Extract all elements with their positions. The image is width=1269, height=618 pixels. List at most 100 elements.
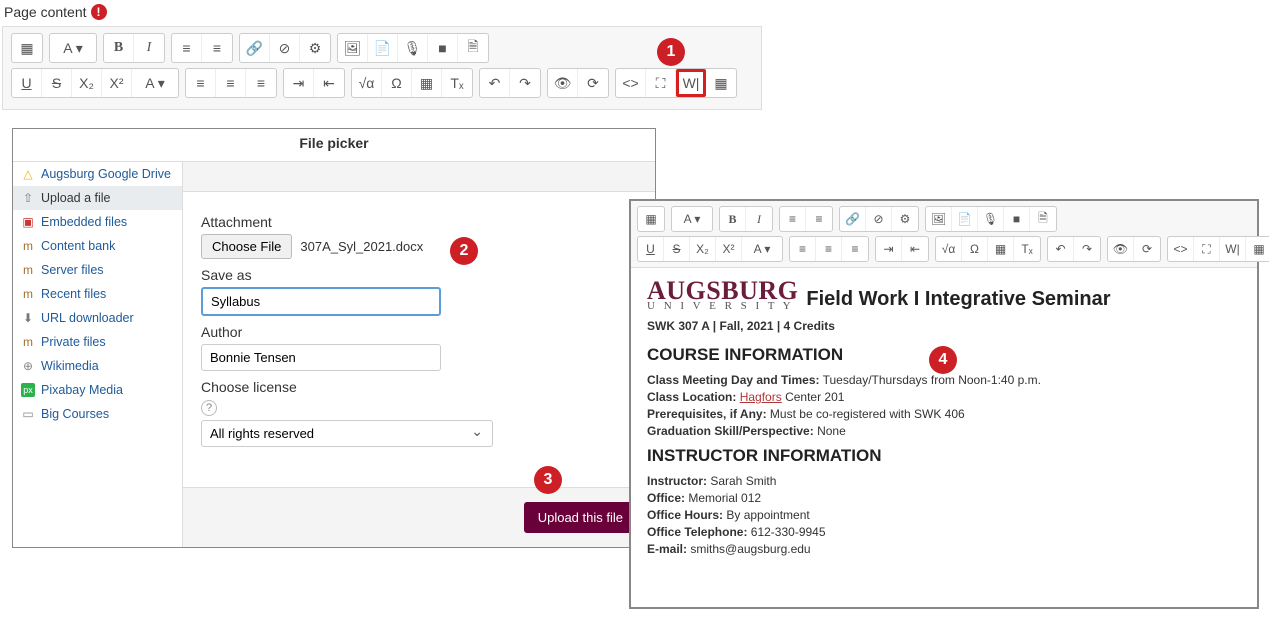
table-button[interactable]: ▦	[412, 69, 442, 97]
location-line: Class Location: Hagfors Center 201	[647, 390, 1241, 404]
repo-server-files[interactable]: mServer files	[13, 258, 182, 282]
link-button[interactable]: 🔗	[240, 34, 270, 62]
p-html-button[interactable]: <>	[1168, 237, 1194, 261]
fullscreen-button[interactable]: ⛶	[646, 69, 676, 97]
p-toggle-button[interactable]: ▦	[638, 207, 664, 231]
p-clear-button[interactable]: Tₓ	[1014, 237, 1040, 261]
audio-button[interactable]: 🎙	[398, 34, 428, 62]
html-button[interactable]: <>	[616, 69, 646, 97]
p-link-button[interactable]: 🔗	[840, 207, 866, 231]
p-full-button[interactable]: ⛶	[1194, 237, 1220, 261]
p-omega-button[interactable]: Ω	[962, 237, 988, 261]
underline-button[interactable]: U	[12, 69, 42, 97]
p-strike-button[interactable]: S	[664, 237, 690, 261]
repo-upload-file[interactable]: ⇧Upload a file	[13, 186, 182, 210]
author-input[interactable]	[201, 344, 441, 371]
p-al-button[interactable]: ≡	[790, 237, 816, 261]
specialchar-button[interactable]: Ω	[382, 69, 412, 97]
align-center-button[interactable]: ≡	[216, 69, 246, 97]
autolink-button[interactable]: ⚙	[300, 34, 330, 62]
p-ar-button[interactable]: ≡	[842, 237, 868, 261]
align-left-button[interactable]: ≡	[186, 69, 216, 97]
indent-button[interactable]: ⇥	[284, 69, 314, 97]
equation-button[interactable]: √α	[352, 69, 382, 97]
font-menu-button[interactable]: A ▾	[50, 34, 96, 62]
p-a11y-button[interactable]: ⟳	[1134, 237, 1160, 261]
italic-button[interactable]: I	[134, 34, 164, 62]
p-ac-button[interactable]: ≡	[816, 237, 842, 261]
align-right-button[interactable]: ≡	[246, 69, 276, 97]
p-audio-button[interactable]: 🎙	[978, 207, 1004, 231]
repo-big-courses[interactable]: ▭Big Courses	[13, 402, 182, 426]
copy-button[interactable]: 🗎	[458, 34, 488, 62]
p-video-button[interactable]: ■	[1004, 207, 1030, 231]
p-eye-button[interactable]: 👁	[1108, 237, 1134, 261]
toggle-toolbar-button[interactable]: ▦	[12, 34, 42, 62]
file-button[interactable]: 📄	[368, 34, 398, 62]
repo-private-files[interactable]: mPrivate files	[13, 330, 182, 354]
editor-content[interactable]: AUGSBURG U N I V E R S I T Y Field Work …	[631, 268, 1257, 571]
upload-file-button[interactable]: Upload this file	[524, 502, 637, 533]
p-font2-button[interactable]: A ▾	[742, 237, 782, 261]
p-image-button[interactable]: 🖼	[926, 207, 952, 231]
grid-button[interactable]: ▦	[706, 69, 736, 97]
augsburg-logo: AUGSBURG U N I V E R S I T Y	[647, 280, 798, 311]
saveas-input[interactable]	[201, 287, 441, 316]
help-icon[interactable]: ?	[201, 400, 217, 416]
repo-pixabay[interactable]: pxPixabay Media	[13, 378, 182, 402]
bold-button[interactable]: B	[104, 34, 134, 62]
strike-button[interactable]: S	[42, 69, 72, 97]
p-copy-button[interactable]: 🗎	[1030, 207, 1056, 231]
image-button[interactable]: 🖼	[338, 34, 368, 62]
p-file-button[interactable]: 📄	[952, 207, 978, 231]
repo-label: Content bank	[41, 239, 115, 253]
p-indent-button[interactable]: ⇥	[876, 237, 902, 261]
superscript-button[interactable]: X²	[102, 69, 132, 97]
p-undo-button[interactable]: ↶	[1048, 237, 1074, 261]
font2-button[interactable]: A ▾	[132, 69, 178, 97]
p-underline-button[interactable]: U	[638, 237, 664, 261]
repo-url-downloader[interactable]: ⬇URL downloader	[13, 306, 182, 330]
bullet-list-button[interactable]: ≡	[172, 34, 202, 62]
license-select[interactable]: All rights reserved	[201, 420, 493, 447]
p-italic-button[interactable]: I	[746, 207, 772, 231]
p-outdent-button[interactable]: ⇤	[902, 237, 928, 261]
subscript-button[interactable]: X₂	[72, 69, 102, 97]
a11y-button[interactable]: ⟳	[578, 69, 608, 97]
unlink-button[interactable]: ⊘	[270, 34, 300, 62]
p-font-menu-button[interactable]: A ▾	[672, 207, 712, 231]
choose-file-button[interactable]: Choose File	[201, 234, 292, 259]
outdent-button[interactable]: ⇤	[314, 69, 344, 97]
repo-recent-files[interactable]: mRecent files	[13, 282, 182, 306]
numbered-list-button[interactable]: ≡	[202, 34, 232, 62]
repo-wikimedia[interactable]: ⊕Wikimedia	[13, 354, 182, 378]
p-word-button[interactable]: W|	[1220, 237, 1246, 261]
instructor-heading: INSTRUCTOR INFORMATION	[647, 446, 1241, 466]
repo-content-bank[interactable]: mContent bank	[13, 234, 182, 258]
p-ol-button[interactable]: ≡	[806, 207, 832, 231]
saveas-label: Save as	[201, 267, 637, 283]
repo-google-drive[interactable]: △Augsburg Google Drive	[13, 162, 182, 186]
p-eq-button[interactable]: √α	[936, 237, 962, 261]
p-table-button[interactable]: ▦	[988, 237, 1014, 261]
import-word-button[interactable]: W|	[676, 69, 706, 97]
p-autolink-button[interactable]: ⚙	[892, 207, 918, 231]
p-sub-button[interactable]: X₂	[690, 237, 716, 261]
author-label: Author	[201, 324, 637, 340]
clear-format-button[interactable]: Tₓ	[442, 69, 472, 97]
editor-preview-panel: ▦ A ▾ BI ≡≡ 🔗⊘⚙ 🖼📄🎙■🗎 USX₂X²A ▾ ≡≡≡ ⇥⇤ √…	[629, 199, 1259, 609]
location-link[interactable]: Hagfors	[740, 390, 782, 404]
tel-line: Office Telephone: 612-330-9945	[647, 525, 1241, 539]
redo-button[interactable]: ↷	[510, 69, 540, 97]
preview-button[interactable]: 👁	[548, 69, 578, 97]
video-button[interactable]: ■	[428, 34, 458, 62]
upload-form: Attachment Choose File 307A_Syl_2021.doc…	[183, 192, 655, 487]
p-bold-button[interactable]: B	[720, 207, 746, 231]
p-sup-button[interactable]: X²	[716, 237, 742, 261]
repo-embedded-files[interactable]: ▣Embedded files	[13, 210, 182, 234]
p-redo-button[interactable]: ↷	[1074, 237, 1100, 261]
p-ul-button[interactable]: ≡	[780, 207, 806, 231]
p-unlink-button[interactable]: ⊘	[866, 207, 892, 231]
undo-button[interactable]: ↶	[480, 69, 510, 97]
p-grid-button[interactable]: ▦	[1246, 237, 1269, 261]
